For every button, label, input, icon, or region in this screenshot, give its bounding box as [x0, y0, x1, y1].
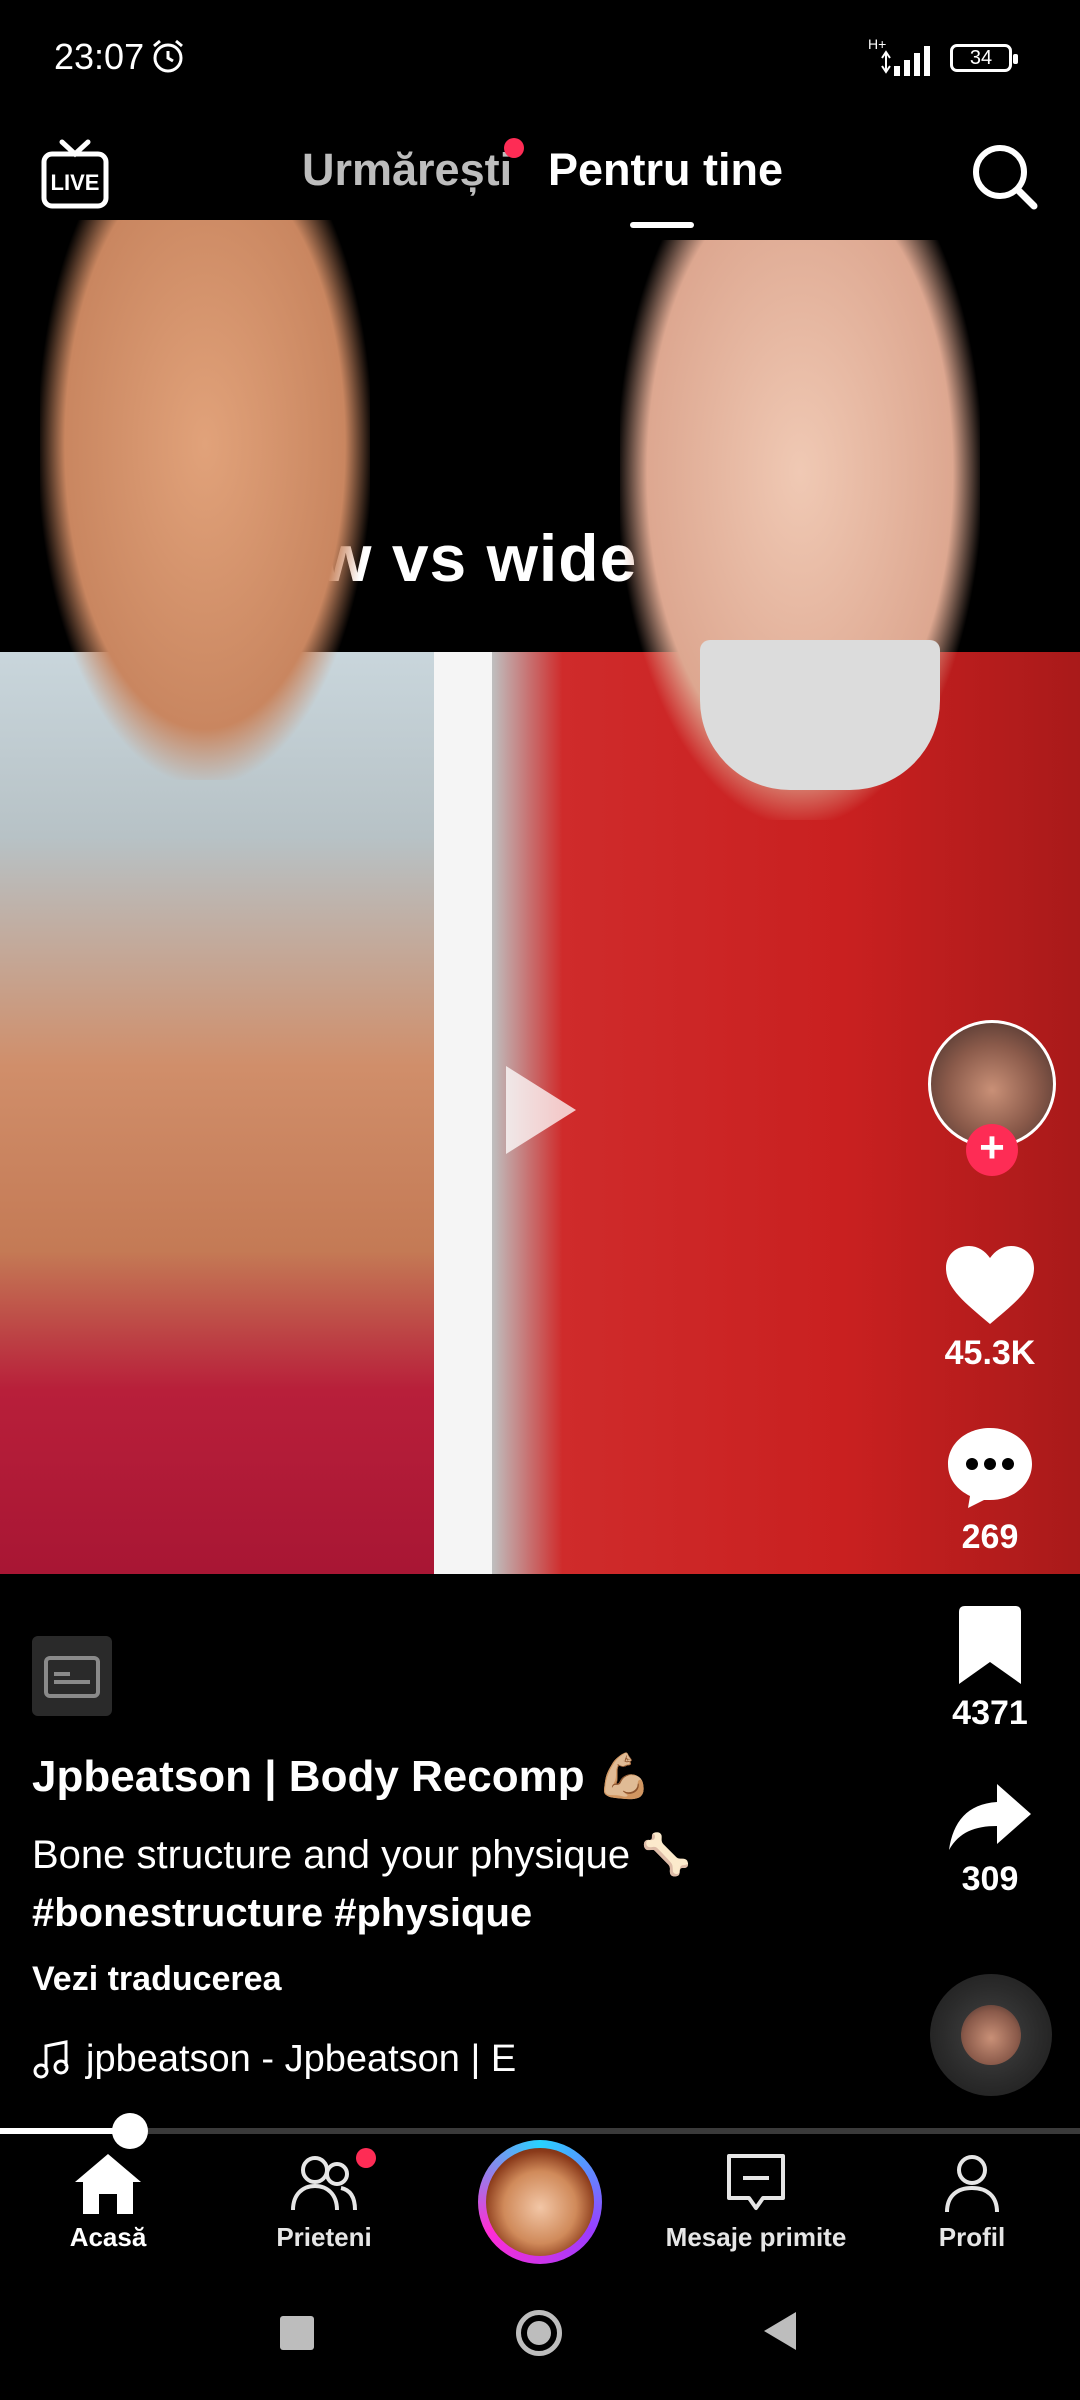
- share-button[interactable]: 309: [930, 1782, 1050, 1899]
- friends-notification-dot: [356, 2148, 376, 2168]
- notification-dot: [504, 138, 524, 158]
- bookmark-icon: [959, 1606, 1021, 1684]
- video-left-figure: [40, 220, 370, 780]
- share-count: 309: [961, 1860, 1019, 1898]
- nav-inbox-label: Mesaje primite: [665, 2222, 847, 2252]
- heart-icon: [946, 1246, 1034, 1324]
- music-disc-cover: [961, 2005, 1021, 2065]
- nav-home[interactable]: Acasă: [8, 2152, 208, 2253]
- battery-level: 34: [969, 46, 993, 69]
- video-divider: [434, 652, 492, 1574]
- status-bar: 23:07 H+ 34: [0, 0, 1080, 120]
- live-icon[interactable]: LIVE: [40, 138, 110, 210]
- recents-icon[interactable]: [280, 2316, 314, 2350]
- author-name[interactable]: Jpbeatson | Body Recomp 💪🏼: [32, 1750, 652, 1802]
- signal-icon: [881, 46, 930, 76]
- home-icon: [75, 2154, 141, 2214]
- video-left-panel: [0, 652, 434, 1574]
- music-link[interactable]: jpbeatson - Jpbeatson | E: [32, 2038, 516, 2081]
- comment-button[interactable]: 269: [930, 1424, 1050, 1557]
- nav-profile-label: Profil: [938, 2222, 1006, 2252]
- live-label: LIVE: [51, 170, 100, 195]
- nav-friends-label: Prieteni: [276, 2222, 372, 2252]
- see-translation-link[interactable]: Vezi traducerea: [32, 1960, 281, 1999]
- tab-for-you[interactable]: Pentru tine: [548, 144, 783, 196]
- alarm-icon: [153, 39, 183, 73]
- music-note-icon: [33, 2039, 69, 2078]
- like-count: 45.3K: [944, 1334, 1036, 1372]
- post-description: Bone structure and your physique 🦴 #bone…: [32, 1826, 852, 1942]
- create-avatar-image: [486, 2148, 594, 2256]
- play-icon[interactable]: [500, 1062, 580, 1158]
- description-text: Bone structure and your physique 🦴: [32, 1833, 692, 1877]
- music-disc-icon[interactable]: [930, 1974, 1052, 2096]
- inbox-icon: [727, 2154, 785, 2210]
- back-icon[interactable]: [764, 2312, 796, 2350]
- friends-icon: [291, 2156, 357, 2211]
- nav-profile[interactable]: Profil: [872, 2152, 1072, 2253]
- tab-following[interactable]: Urmărești: [302, 144, 512, 196]
- nav-inbox[interactable]: Mesaje primite: [656, 2152, 856, 2253]
- subtitles-icon[interactable]: [32, 1636, 112, 1716]
- profile-icon: [945, 2155, 999, 2213]
- video-right-shorts: [700, 640, 940, 790]
- search-icon[interactable]: [968, 140, 1040, 212]
- comment-icon: [948, 1428, 1032, 1508]
- like-button[interactable]: 45.3K: [930, 1244, 1050, 1373]
- home-system-icon[interactable]: [516, 2310, 562, 2356]
- follow-button[interactable]: +: [966, 1124, 1018, 1176]
- hashtags[interactable]: #bonestructure #physique: [32, 1891, 532, 1935]
- battery-icon: 34: [950, 44, 1018, 72]
- music-title: jpbeatson - Jpbeatson | E: [86, 2038, 517, 2080]
- nav-friends[interactable]: Prieteni: [224, 2152, 424, 2253]
- subtitles-glyph: [44, 1656, 100, 1698]
- save-count: 4371: [952, 1694, 1028, 1732]
- active-tab-indicator: [630, 222, 694, 228]
- status-time: 23:07: [54, 36, 145, 77]
- save-button[interactable]: 4371: [930, 1604, 1050, 1733]
- nav-home-label: Acasă: [69, 2222, 147, 2252]
- share-icon: [949, 1784, 1031, 1850]
- comment-count: 269: [961, 1518, 1019, 1556]
- create-avatar-button[interactable]: [478, 2140, 602, 2264]
